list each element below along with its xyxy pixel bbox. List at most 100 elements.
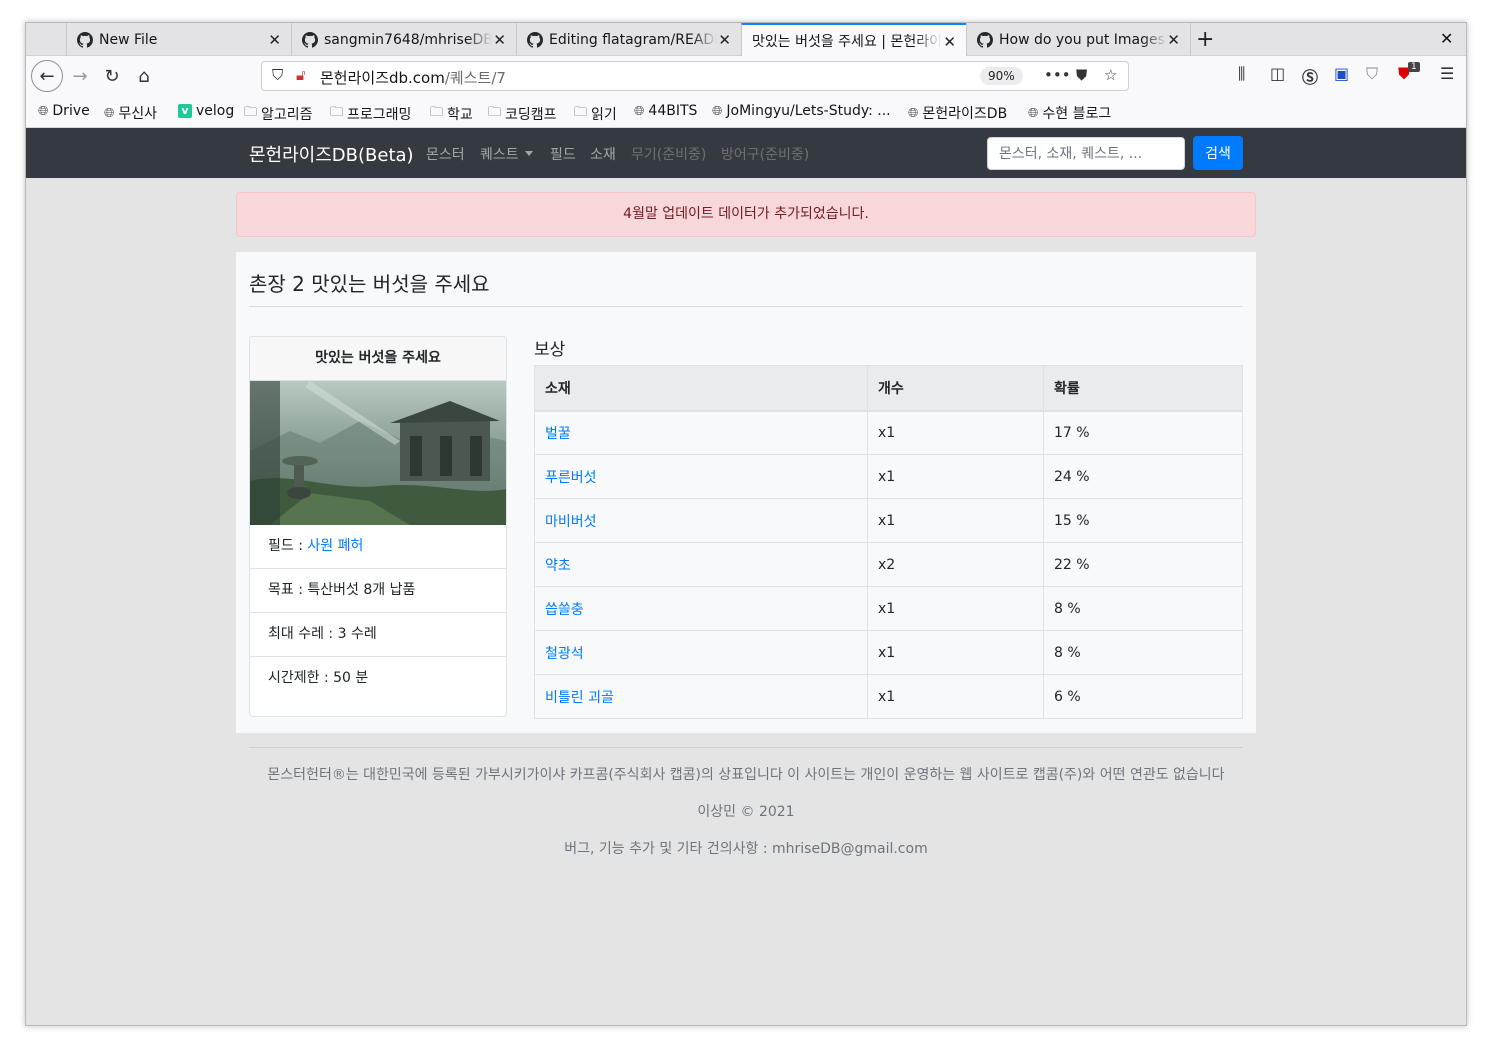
bookmark-label: 무신사 — [118, 106, 158, 122]
pocket-icon[interactable]: ⛊ — [1076, 66, 1087, 84]
search-button[interactable]: 검색 — [1193, 136, 1243, 170]
window-close-icon[interactable]: ✕ — [1440, 29, 1453, 48]
new-tab-plus-icon[interactable]: + — [1196, 27, 1214, 52]
globe-icon: 🌐︎ — [712, 103, 723, 119]
tab-strip: New File ✕ sangmin7648/mhriseDB ✕ Editin… — [26, 23, 1466, 56]
extension-s-icon[interactable]: Ⓢ — [1302, 64, 1318, 88]
close-icon[interactable]: ✕ — [268, 31, 281, 49]
bookmark-star-icon[interactable]: ☆ — [1104, 66, 1117, 84]
bookmark-label: 몬헌라이즈DB — [922, 106, 1008, 122]
globe-icon: 🌐︎ — [1028, 105, 1039, 121]
bookmark-label: velog — [196, 103, 235, 119]
bookmark-folder-reading[interactable]: 🗀 읽기 — [574, 103, 617, 125]
bookmark-label: 알고리즘 — [261, 107, 313, 123]
zoom-level[interactable]: 90% — [980, 67, 1023, 85]
bookmark-label: JoMingyu/Lets-Study: ... — [726, 103, 891, 119]
material-link[interactable]: 벌꿀 — [545, 426, 571, 442]
bookmark-velog[interactable]: v velog — [178, 103, 234, 119]
url-text[interactable]: 몬헌라이즈db.com/퀘스트/7 — [320, 67, 506, 88]
globe-icon: 🌐︎ — [908, 105, 919, 121]
tab-new-file[interactable]: New File ✕ — [66, 23, 291, 56]
bookmark-suhyun-blog[interactable]: 🌐︎ 수현 블로그 — [1028, 103, 1111, 123]
bookmark-folder-codingcamp[interactable]: 🗀 코딩캠프 — [488, 103, 557, 125]
extension-shield-icon[interactable]: ⛉ — [1366, 64, 1378, 84]
material-link[interactable]: 철광석 — [545, 646, 584, 662]
nav-armor: 방어구(준비중) — [721, 147, 810, 163]
tab-title: Editing flatagram/README.md — [549, 31, 717, 48]
nav-quests-dropdown[interactable]: 퀘스트 — [480, 144, 533, 164]
quest-goal: 목표 : 특산버섯 8개 납품 — [250, 569, 506, 613]
close-icon[interactable]: ✕ — [1167, 31, 1180, 49]
material-link[interactable]: 비틀린 괴골 — [545, 690, 614, 706]
home-icon[interactable]: ⌂ — [128, 60, 160, 92]
field-link[interactable]: 사원 폐허 — [307, 538, 363, 554]
probability-cell: 8 % — [1043, 586, 1243, 631]
quest-card: 맛있는 버섯을 주세요 필드: 사원 폐허 목표: 특산버섯 8개 납품 최… — [249, 336, 507, 717]
more-actions-icon[interactable]: ••• — [1044, 66, 1071, 84]
table-header-row: 소재 개수 확률 — [534, 365, 1243, 412]
bookmark-mhrisedb[interactable]: 🌐︎ 몬헌라이즈DB — [908, 103, 1007, 123]
browser-toolbar: ← → ↻ ⌂ ⛉ 🔓︎ 몬헌라이즈db.com/퀘스트/7 90% ••• ⛊… — [26, 56, 1466, 96]
site-footer: 몬스터헌터®는 대한민국에 등록된 가부시키가이샤 카프콤(주식회사 캡콤)의 … — [236, 747, 1256, 875]
material-link[interactable]: 씁쓸충 — [545, 602, 584, 618]
material-cell: 푸른버섯 — [534, 454, 868, 499]
material-link[interactable]: 마비버섯 — [545, 514, 597, 530]
tab-stackoverflow[interactable]: How do you put Images on ✕ — [966, 23, 1191, 56]
table-row: 벌꿀 x1 17 % — [534, 410, 1243, 455]
github-icon — [77, 31, 93, 48]
nav-monsters[interactable]: 몬스터 — [426, 144, 465, 164]
shield-icon[interactable]: ⛉ — [272, 66, 283, 84]
bookmarks-bar: 🌐︎ Drive 🌐︎ 무신사 v velog 🗀 알고리즘 🗀 프로그래밍 🗀 학교 🗀 코… — [26, 96, 1466, 128]
folder-icon: 🗀 — [574, 105, 588, 120]
bookmark-lets-study[interactable]: 🌐︎ JoMingyu/Lets-Study: ... — [712, 103, 891, 119]
bookmark-label: 수현 블로그 — [1042, 106, 1112, 122]
extension-badge: 1 — [1408, 62, 1420, 72]
nav-fields[interactable]: 필드 — [550, 144, 576, 164]
sidebar-icon[interactable]: ◫ — [1270, 64, 1285, 83]
hamburger-menu-icon[interactable]: ☰ — [1440, 64, 1454, 83]
github-icon — [977, 31, 993, 48]
close-icon[interactable]: ✕ — [493, 31, 506, 49]
material-link[interactable]: 푸른버섯 — [545, 470, 597, 486]
bookmark-label: 코딩캠프 — [505, 107, 557, 123]
browser-window: New File ✕ sangmin7648/mhriseDB ✕ Editin… — [25, 22, 1467, 1026]
search-input[interactable] — [987, 137, 1185, 170]
close-icon[interactable]: ✕ — [718, 31, 731, 49]
bookmark-musinsa[interactable]: 🌐︎ 무신사 — [104, 103, 157, 123]
bookmark-44bits[interactable]: 🌐︎ 44BITS — [634, 103, 697, 119]
forward-arrow-icon[interactable]: → — [64, 60, 96, 92]
github-icon — [527, 31, 543, 48]
quest-max-carts: 최대 수레 : 3 수레 — [250, 613, 506, 657]
bookmark-folder-algorithm[interactable]: 🗀 알고리즘 — [244, 103, 313, 125]
url-bar[interactable]: ⛉ 🔓︎ 몬헌라이즈db.com/퀘스트/7 90% ••• ⛊ ☆ — [261, 61, 1129, 91]
library-icon[interactable]: ⫼ — [1238, 64, 1245, 84]
reload-icon[interactable]: ↻ — [96, 60, 128, 92]
card-title: 맛있는 버섯을 주세요 — [250, 337, 506, 381]
material-link[interactable]: 약초 — [545, 558, 571, 574]
page-content: 몬헌라이즈DB(Beta) 몬스터 퀘스트 필드 소재 무기(준비중) 방어구(… — [26, 128, 1466, 1025]
count-cell: x1 — [867, 454, 1044, 499]
extension-container-icon[interactable]: ▣ — [1334, 64, 1349, 83]
insecure-lock-icon[interactable]: 🔓︎ — [296, 66, 306, 84]
table-row: 푸른버섯 x1 24 % — [534, 454, 1243, 499]
footer-copyright: 이상민 © 2021 — [697, 804, 795, 820]
tab-mhrisedb-repo[interactable]: sangmin7648/mhriseDB ✕ — [291, 23, 516, 56]
table-row: 마비버섯 x1 15 % — [534, 498, 1243, 543]
close-icon[interactable]: ✕ — [943, 33, 956, 51]
globe-icon: 🌐︎ — [38, 103, 49, 119]
tab-title: New File — [99, 31, 158, 48]
quest-time-limit: 시간제한 : 50 분 — [268, 670, 369, 686]
folder-icon: 🗀 — [488, 105, 502, 120]
tab-editing-readme[interactable]: Editing flatagram/README.md ✕ — [516, 23, 741, 56]
back-arrow-icon[interactable]: ← — [31, 60, 63, 92]
tab-quest-page[interactable]: 맛있는 버섯을 주세요 | 몬헌라이즈DB ✕ — [741, 23, 966, 56]
material-cell: 약초 — [534, 542, 868, 587]
nav-materials[interactable]: 소재 — [590, 144, 616, 164]
bookmark-folder-programming[interactable]: 🗀 프로그래밍 — [330, 103, 411, 125]
tab-title: How do you put Images on — [999, 31, 1167, 48]
site-brand[interactable]: 몬헌라이즈DB(Beta) — [249, 141, 414, 167]
count-cell: x2 — [867, 542, 1044, 587]
count-cell: x1 — [867, 586, 1044, 631]
bookmark-drive[interactable]: 🌐︎ Drive — [38, 103, 90, 119]
bookmark-folder-school[interactable]: 🗀 학교 — [430, 103, 473, 125]
